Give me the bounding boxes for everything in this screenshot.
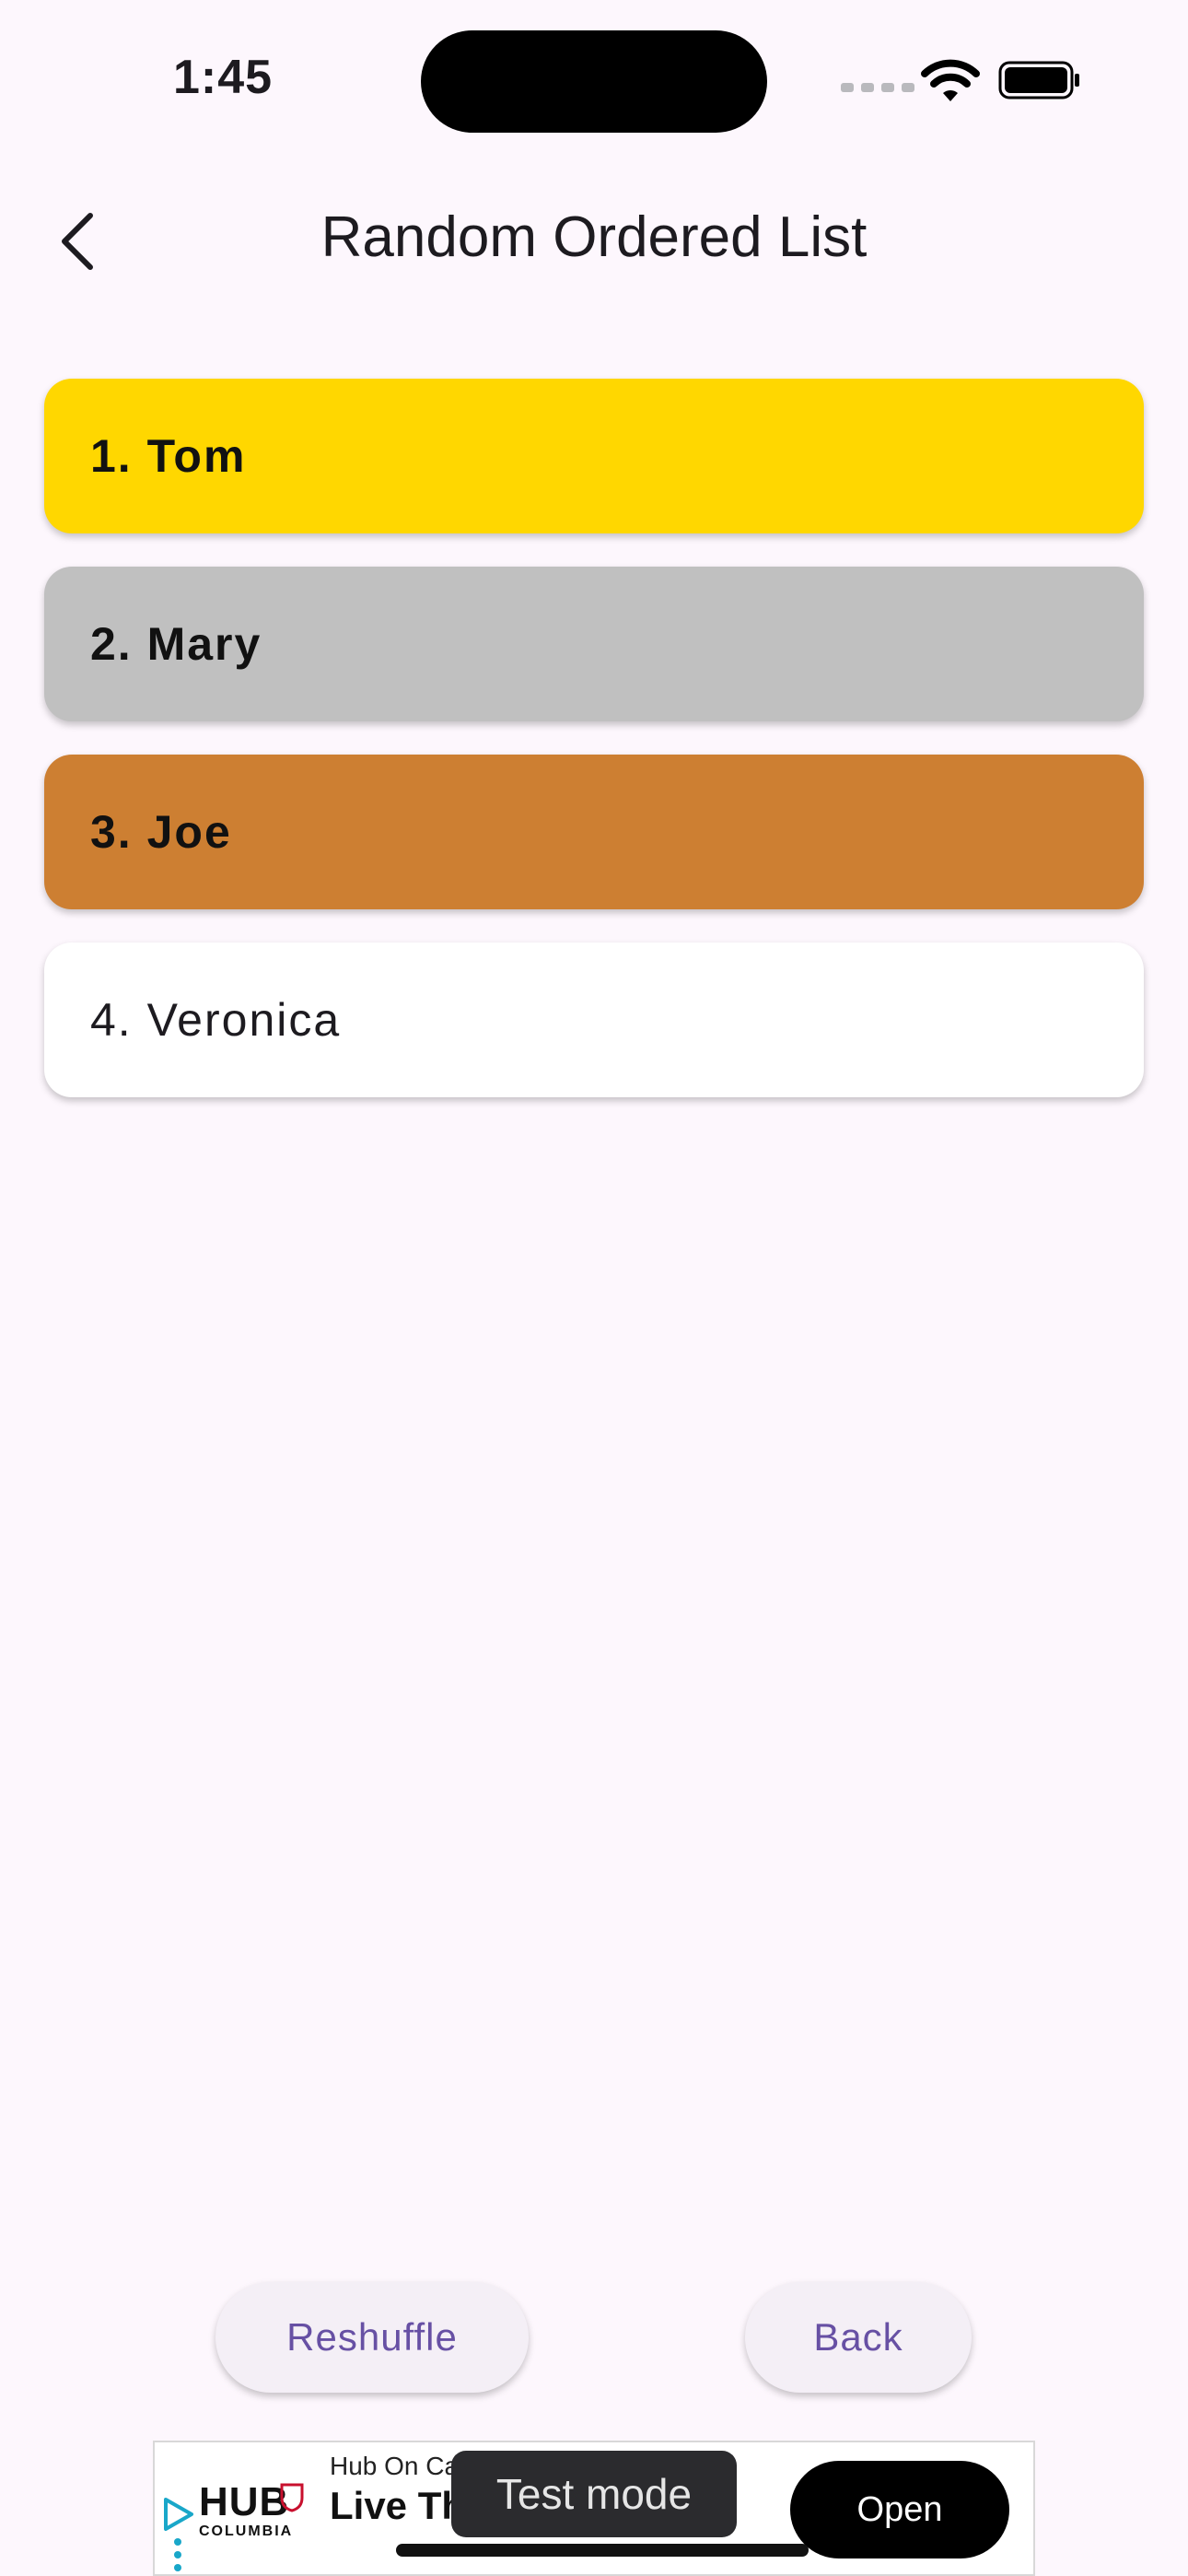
ad-open-button[interactable]: Open <box>790 2461 1009 2558</box>
more-options-icon[interactable] <box>173 2536 182 2573</box>
wifi-icon <box>921 59 980 101</box>
ad-logo-subtitle: COLUMBIA <box>199 2523 294 2539</box>
ad-logo: HUB <box>199 2479 290 2524</box>
back-button[interactable]: Back <box>745 2282 972 2393</box>
ad-brand: Hub On Ca <box>330 2452 460 2480</box>
list-item-label: 2. Mary <box>90 618 262 670</box>
page-title: Random Ordered List <box>320 205 868 269</box>
battery-icon <box>998 61 1079 100</box>
list-item-label: 3. Joe <box>90 806 232 858</box>
ad-play-icon[interactable] <box>160 2496 197 2533</box>
dynamic-island <box>421 30 767 133</box>
status-time: 1:45 <box>173 51 274 104</box>
ordered-list: 1. Tom 2. Mary 3. Joe 4. Veronica <box>44 379 1144 1130</box>
list-item-label: 1. Tom <box>90 430 247 482</box>
list-item: 4. Veronica <box>44 943 1144 1097</box>
list-item: 3. Joe <box>44 755 1144 909</box>
crest-icon <box>280 2483 304 2512</box>
list-item: 1. Tom <box>44 379 1144 533</box>
home-indicator <box>396 2544 809 2557</box>
list-item: 2. Mary <box>44 567 1144 721</box>
cellular-signal-icon <box>841 83 914 92</box>
reshuffle-button[interactable]: Reshuffle <box>215 2282 529 2393</box>
test-mode-toast: Test mode <box>451 2451 737 2537</box>
list-item-label: 4. Veronica <box>90 994 342 1046</box>
